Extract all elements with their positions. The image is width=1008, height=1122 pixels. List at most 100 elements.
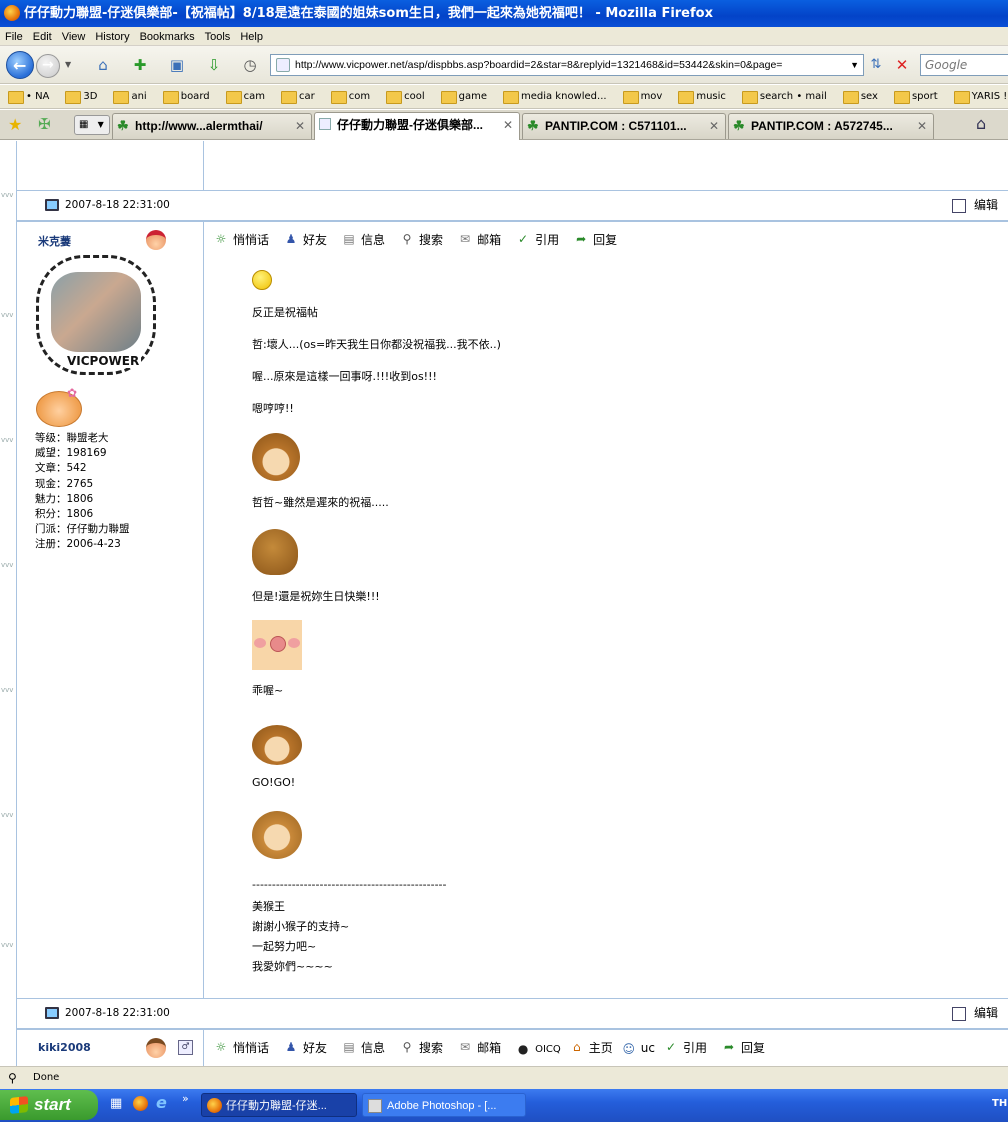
mailbox-button[interactable]: ✉ 邮箱 [457, 1039, 501, 1056]
bookmark-folder[interactable]: YARIS ! [952, 85, 1007, 108]
menu-help[interactable]: Help [235, 28, 268, 47]
close-icon[interactable]: ✕ [295, 114, 305, 138]
menu-history[interactable]: History [90, 28, 134, 47]
signature-line: 一起努力吧~ [252, 940, 317, 953]
language-indicator[interactable]: TH [992, 1098, 1007, 1109]
bookmark-folder[interactable]: media knowled... [501, 85, 607, 108]
edit-link[interactable]: 编辑 [974, 999, 998, 1028]
bookmark-folder[interactable]: search • mail [740, 85, 827, 108]
document-icon: ▤ [343, 1040, 355, 1054]
close-icon[interactable]: ✕ [503, 113, 513, 137]
back-button[interactable]: ← [6, 51, 34, 79]
menu-bookmarks[interactable]: Bookmarks [135, 28, 200, 47]
task-label: 仔仔動力聯盟-仔迷... [226, 1100, 327, 1112]
close-icon[interactable]: ✕ [917, 114, 927, 138]
homepage-button[interactable]: ⌂ 主页 [569, 1039, 613, 1056]
menu-bar: File Edit View History Bookmarks Tools Help [0, 27, 1008, 46]
clock-icon: ◷ [243, 56, 257, 74]
menu-tools[interactable]: Tools [200, 28, 236, 47]
tab-bar: ★ ✠ ▦ ▼ ☘ http://www...alermthai/ ✕ 仔仔動力… [0, 110, 1008, 140]
star-icon[interactable]: ★ [8, 115, 22, 134]
firefox-icon [4, 5, 20, 21]
quicklaunch-firefox-icon[interactable] [133, 1096, 148, 1111]
username[interactable]: 米克萋 [38, 233, 71, 249]
whisper-button[interactable]: ☼ 悄悄话 [213, 231, 269, 248]
menu-file[interactable]: File [0, 28, 28, 47]
uc-button[interactable]: ☺ uc [621, 1041, 655, 1056]
new-window-button[interactable]: ▣ [164, 52, 190, 78]
computer-icon [45, 1007, 59, 1019]
window-title: 仔仔動力聯盟-仔迷俱樂部-【祝福帖】8/18是遠在泰國的姐妹som生日，我們一起… [24, 6, 713, 21]
search-box[interactable]: Google [920, 54, 1008, 76]
search-button[interactable]: ⚲ 搜索 [399, 231, 443, 248]
bookmark-folder[interactable]: car [279, 85, 315, 108]
friend-button[interactable]: ♟ 好友 [283, 1039, 327, 1056]
stop-button[interactable]: ✕ [890, 54, 914, 76]
home-button[interactable]: ⌂ [90, 52, 116, 78]
quicklaunch-ie-icon[interactable]: e [156, 1093, 167, 1112]
bookmark-folder[interactable]: com [329, 85, 370, 108]
cactus-icon: ☘ [117, 118, 129, 133]
quote-button[interactable]: ✓ 引用 [663, 1039, 707, 1056]
stat-row: 积分：1806 [35, 508, 94, 521]
taskbar-photoshop-window[interactable]: Adobe Photoshop - [... [362, 1093, 526, 1117]
url-bar[interactable]: http://www.vicpower.net/asp/dispbbs.asp?… [270, 54, 864, 76]
bookmark-folder[interactable]: board [161, 85, 210, 108]
search-icon: ⚲ [402, 1040, 412, 1054]
forward-button[interactable]: → [36, 54, 60, 78]
tab-vicpower[interactable]: 仔仔動力聯盟-仔迷俱樂部... ✕ [314, 112, 520, 140]
post-action-toolbar: ☼ 悄悄话 ♟ 好友 ▤ 信息 ⚲ 搜索 ✉ 邮箱 ● OICQ ⌂ 主页 ☺ uc ✓ 引用 ➦ 回复 [213, 1039, 779, 1056]
start-button[interactable]: start [0, 1090, 98, 1120]
quote-button[interactable]: ✓ 引用 [515, 231, 559, 248]
taskbar-firefox-window[interactable]: 仔仔動力聯盟-仔迷... [201, 1093, 357, 1117]
new-tab-button[interactable]: ✚ [127, 52, 153, 78]
bookmark-folder[interactable]: mov [621, 85, 662, 108]
photoshop-icon [368, 1099, 382, 1113]
stat-row: 魅力：1806 [35, 492, 94, 505]
puzzle-icon[interactable]: ✠ [38, 115, 51, 133]
bookmark-folder[interactable]: sport [892, 85, 938, 108]
whisper-button[interactable]: ☼ 悄悄话 [213, 1039, 269, 1056]
url-dropdown-icon[interactable]: ▼ [850, 55, 859, 75]
close-icon[interactable]: ✕ [709, 114, 719, 138]
reload-button[interactable]: ⇅ [864, 54, 888, 76]
tab-list-button[interactable]: ▦ ▼ [74, 115, 110, 135]
message-button[interactable]: ▤ 信息 [341, 1039, 385, 1056]
friends-icon: ♟ [285, 1040, 297, 1054]
tab-alermthai[interactable]: ☘ http://www...alermthai/ ✕ [112, 113, 312, 139]
bookmark-folder[interactable]: 3D [63, 85, 97, 108]
history-dropdown-icon[interactable]: ▼ [65, 60, 71, 69]
bookmark-folder[interactable]: music [676, 85, 726, 108]
quicklaunch-more-icon[interactable]: » [182, 1092, 189, 1105]
url-text: http://www.vicpower.net/asp/dispbbs.asp?… [295, 59, 783, 71]
bookmark-folder[interactable]: sex [841, 85, 878, 108]
bookmark-folder[interactable]: • NA [6, 85, 49, 108]
clock-button[interactable]: ◷ [237, 52, 263, 78]
quicklaunch-desktop-icon[interactable]: ▦ [110, 1096, 122, 1111]
search-button[interactable]: ⚲ 搜索 [399, 1039, 443, 1056]
username[interactable]: kiki2008 [38, 1041, 91, 1054]
menu-view[interactable]: View [57, 28, 91, 47]
bookmark-folder[interactable]: game [439, 85, 487, 108]
message-button[interactable]: ▤ 信息 [341, 231, 385, 248]
tab-pantip-c[interactable]: ☘ PANTIP.COM : C571101... ✕ [522, 113, 726, 139]
home-icon: ⌂ [572, 1040, 581, 1054]
whisper-icon: ☼ [215, 232, 227, 246]
edit-link[interactable]: 编辑 [974, 191, 998, 220]
bookmark-folder[interactable]: cool [384, 85, 425, 108]
window-icon: ▣ [169, 56, 185, 74]
signature-line: 美猴王 [252, 900, 285, 913]
mailbox-button[interactable]: ✉ 邮箱 [457, 231, 501, 248]
download-button[interactable]: ⇩ [201, 52, 227, 78]
home-icon[interactable]: ⌂ [976, 114, 986, 133]
oicq-button[interactable]: ● OICQ [515, 1041, 561, 1056]
menu-edit[interactable]: Edit [28, 28, 57, 47]
reply-button[interactable]: ➦ 回复 [573, 231, 617, 248]
reply-button[interactable]: ➦ 回复 [721, 1039, 765, 1056]
tab-pantip-a[interactable]: ☘ PANTIP.COM : A572745... ✕ [728, 113, 934, 139]
reply-icon: ➦ [576, 232, 587, 246]
friend-button[interactable]: ♟ 好友 [283, 231, 327, 248]
bookmark-folder[interactable]: ani [111, 85, 147, 108]
bookmark-folder[interactable]: cam [224, 85, 265, 108]
post-line: 乖喔~ [252, 684, 284, 697]
